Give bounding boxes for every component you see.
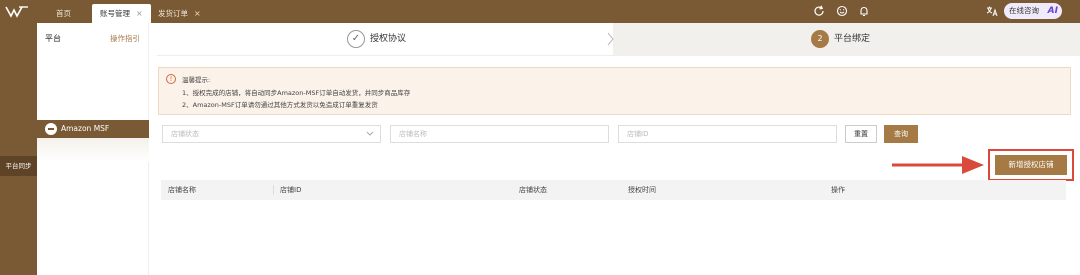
column-header-store-id: 店铺ID xyxy=(280,186,302,194)
platform-panel: 平台 操作指引 Amazon MSF xyxy=(37,23,149,275)
store-status-select[interactable]: 店铺状态 xyxy=(162,125,381,143)
notice-line: 1、授权完成的店铺，将自动同步Amazon-MSF订单自动发货，并同步商品库存 xyxy=(182,89,411,97)
bell-icon[interactable] xyxy=(857,4,871,18)
notice-line: 2、Amazon-MSF订单请勿通过其他方式发货以免造成订单重复发货 xyxy=(182,101,378,109)
arrow-right-icon xyxy=(892,156,984,174)
store-name-input[interactable]: 店铺名称 xyxy=(390,125,609,143)
step-authorization-agreement: ✓ 授权协议 xyxy=(347,29,406,49)
store-status-placeholder: 店铺状态 xyxy=(171,130,199,138)
logo-icon xyxy=(5,6,28,18)
tab-label: 账号管理 xyxy=(100,9,130,18)
step-number: 2 xyxy=(811,29,829,48)
close-icon[interactable]: × xyxy=(136,9,143,18)
smile-icon[interactable] xyxy=(835,4,849,18)
tab-account-management[interactable]: 账号管理 × xyxy=(92,4,151,23)
ai-badge: AI xyxy=(1047,6,1058,16)
online-consult-label: 在线咨询 xyxy=(1009,6,1039,15)
tab-shipping-orders[interactable]: 发货订单 × xyxy=(150,4,209,23)
table-header: 店铺名称 店铺ID 店铺状态 授权时间 操作 xyxy=(161,180,1066,200)
step-label: 授权协议 xyxy=(370,34,407,44)
translate-icon[interactable] xyxy=(985,4,999,18)
minus-circle-icon xyxy=(45,123,57,135)
info-icon: ! xyxy=(166,74,176,84)
platform-list-divider xyxy=(37,138,149,162)
add-authorized-store-highlight: 新增授权店铺 xyxy=(988,149,1074,181)
store-id-input[interactable]: 店铺ID xyxy=(618,125,837,143)
chevron-right-icon xyxy=(607,32,614,46)
search-button[interactable]: 查询 xyxy=(884,125,918,143)
platform-item-amazon-msf[interactable]: Amazon MSF xyxy=(37,120,149,138)
platform-title: 平台 xyxy=(45,34,61,43)
step-platform-binding: 2 平台绑定 xyxy=(811,29,870,49)
column-header-authorization-time: 授权时间 xyxy=(628,186,656,194)
column-header-store-name: 店铺名称 xyxy=(168,186,196,194)
tips-notice: ! 温馨提示: 1、授权完成的店铺，将自动同步Amazon-MSF订单自动发货，… xyxy=(158,67,1071,115)
left-rail: 平台同步 xyxy=(0,23,37,275)
rail-item-platform-sync[interactable]: 平台同步 xyxy=(0,156,37,176)
platform-item-label: Amazon MSF xyxy=(61,124,110,133)
top-bar: 首页 账号管理 × 发货订单 × 在线咨询 AI xyxy=(0,0,1080,23)
refresh-icon[interactable] xyxy=(812,4,826,18)
step-indicator: ✓ 授权协议 2 平台绑定 xyxy=(157,23,1080,56)
reset-button[interactable]: 重置 xyxy=(845,125,877,143)
add-authorized-store-button[interactable]: 新增授权店铺 xyxy=(995,155,1067,175)
operation-guide-link[interactable]: 操作指引 xyxy=(110,33,140,44)
column-header-actions: 操作 xyxy=(831,186,845,194)
tab-label: 首页 xyxy=(56,9,71,18)
notice-title: 温馨提示: xyxy=(182,76,211,84)
tab-home[interactable]: 首页 xyxy=(48,4,79,23)
close-icon[interactable]: × xyxy=(194,9,201,18)
store-name-placeholder: 店铺名称 xyxy=(399,130,427,138)
step-label: 平台绑定 xyxy=(834,34,871,44)
chevron-down-icon xyxy=(366,131,374,136)
online-consult-button[interactable]: 在线咨询 AI xyxy=(1004,3,1062,19)
tab-label: 发货订单 xyxy=(158,9,188,18)
check-circle-icon: ✓ xyxy=(347,29,365,48)
store-id-placeholder: 店铺ID xyxy=(627,130,649,138)
column-divider xyxy=(273,185,274,195)
column-header-store-status: 店铺状态 xyxy=(519,186,547,194)
